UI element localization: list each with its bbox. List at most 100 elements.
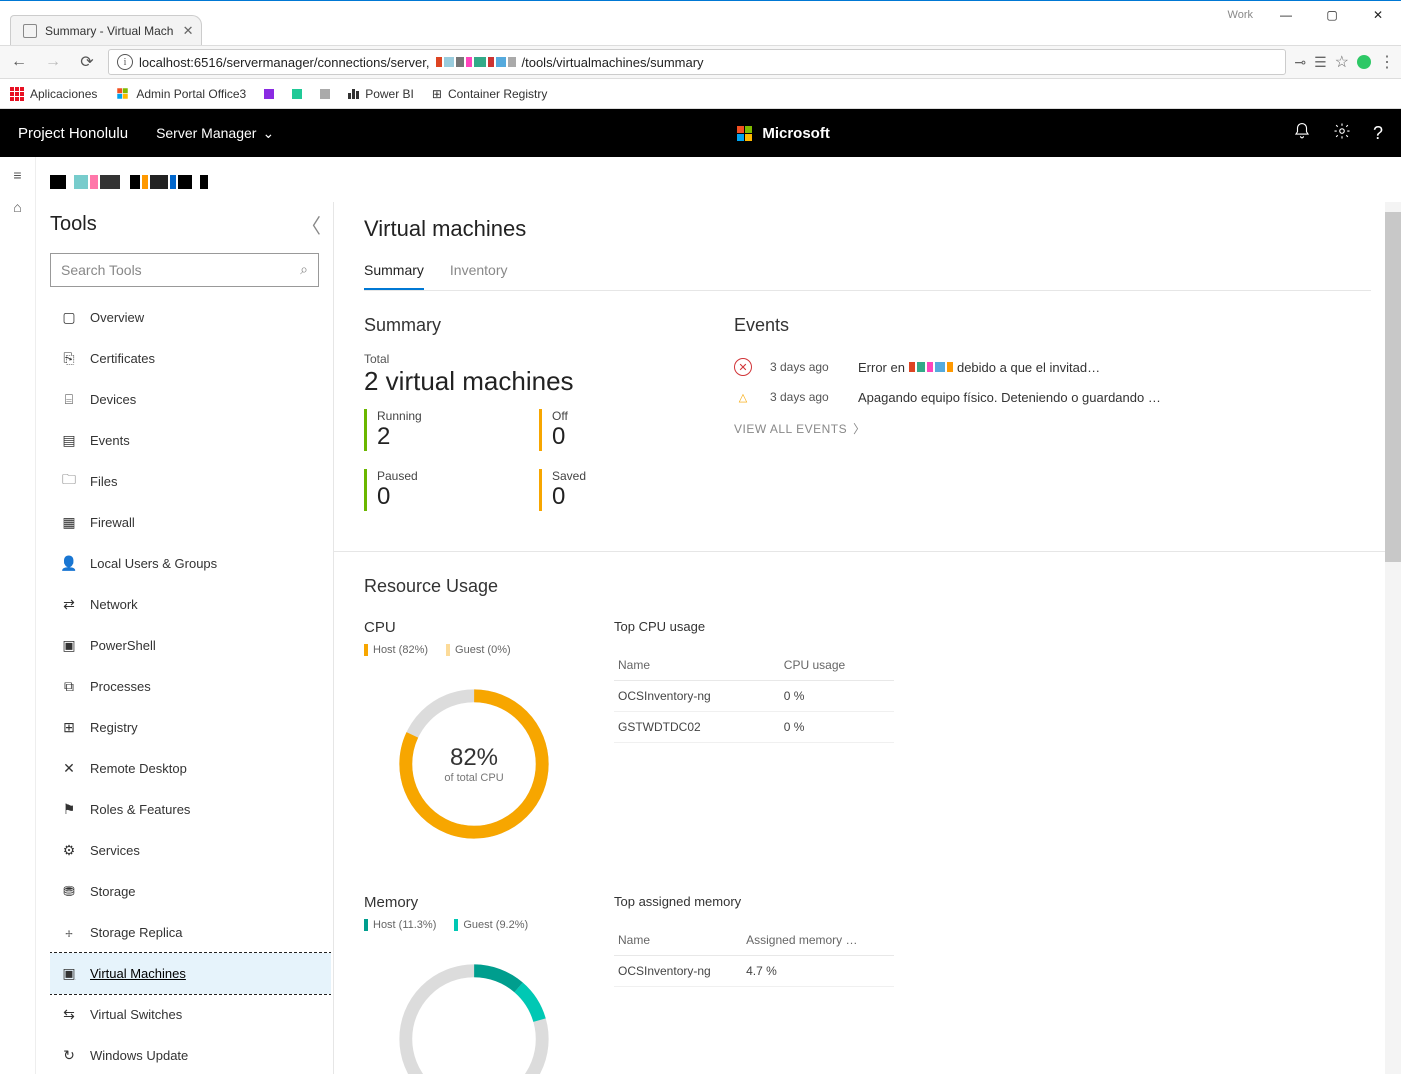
memory-donut-chart	[384, 949, 564, 1074]
powerbi-icon	[348, 89, 359, 99]
browser-menu-icon[interactable]: ⋮	[1379, 52, 1395, 72]
tool-storage[interactable]: ⛃Storage	[50, 871, 331, 912]
forward-button[interactable]: →	[40, 49, 66, 75]
settings-icon[interactable]	[1333, 122, 1351, 145]
bookmark-powerbi[interactable]: Power BI	[348, 87, 414, 101]
tool-virtual-switches[interactable]: ⇆Virtual Switches	[50, 994, 331, 1035]
tool-registry[interactable]: ⊞Registry	[50, 707, 331, 748]
tool-overview[interactable]: ▢Overview	[50, 297, 331, 338]
star-icon[interactable]: ☆	[1335, 52, 1349, 72]
table-row[interactable]: OCSInventory-ng4.7 %	[614, 956, 894, 987]
divider	[334, 551, 1401, 552]
bookmark-registry[interactable]: ⊞ Container Registry	[432, 87, 547, 101]
site-info-icon[interactable]: i	[117, 54, 133, 70]
tab-close-icon[interactable]: ✕	[183, 23, 194, 39]
col-memory[interactable]: Assigned memory …	[742, 925, 894, 956]
tool-roles[interactable]: ⚑Roles & Features	[50, 789, 331, 830]
powershell-icon: ▣	[60, 636, 78, 654]
translate-icon[interactable]: ☰	[1314, 54, 1327, 71]
stat-label: Saved	[552, 469, 694, 483]
search-icon: ⌕	[300, 261, 308, 278]
table-row[interactable]: OCSInventory-ng0 %	[614, 681, 894, 712]
apps-button[interactable]: Aplicaciones	[10, 87, 97, 101]
maximize-button[interactable]: ▢	[1309, 0, 1355, 30]
scrollbar-thumb[interactable]	[1385, 212, 1401, 562]
server-manager-menu[interactable]: Server Manager ⌄	[156, 125, 274, 142]
key-icon[interactable]: ⊸	[1294, 54, 1306, 71]
bookmark-anon2[interactable]	[292, 89, 302, 99]
users-icon: 👤	[60, 554, 78, 572]
microsoft-label: Microsoft	[762, 125, 830, 142]
tool-files[interactable]: 🗀Files	[50, 461, 331, 502]
event-row-warning[interactable]: △ 3 days ago Apagando equipo físico. Det…	[734, 382, 1371, 412]
bookmark-admin[interactable]: Admin Portal Office3	[115, 86, 246, 101]
cell-name: OCSInventory-ng	[614, 681, 780, 712]
view-all-events-link[interactable]: VIEW ALL EVENTS 〉	[734, 420, 1371, 437]
extension-icon[interactable]	[1357, 55, 1371, 69]
cell-value: 0 %	[780, 681, 894, 712]
minimize-button[interactable]: —	[1263, 0, 1309, 30]
overview-icon: ▢	[60, 308, 78, 326]
tool-certificates[interactable]: ⎘Certificates	[50, 338, 331, 379]
tool-firewall[interactable]: ▦Firewall	[50, 502, 331, 543]
legend-label: Guest (0%)	[455, 644, 511, 656]
tool-services[interactable]: ⚙Services	[50, 830, 331, 871]
legend-label: Host (82%)	[373, 644, 428, 656]
apps-icon	[10, 87, 24, 101]
tool-label: Services	[90, 843, 140, 858]
menu-icon[interactable]: ≡	[8, 165, 28, 185]
col-name[interactable]: Name	[614, 650, 780, 681]
reload-button[interactable]: ⟳	[74, 49, 100, 75]
resource-usage-block: Resource Usage CPU Host (82%) Guest (0%)	[364, 576, 1371, 1074]
tab-inventory[interactable]: Inventory	[450, 262, 508, 290]
app-title[interactable]: Project Honolulu	[18, 125, 128, 142]
tab-summary[interactable]: Summary	[364, 262, 424, 290]
close-window-button[interactable]: ✕	[1355, 0, 1401, 30]
browser-tab[interactable]: Summary - Virtual Mach ✕	[10, 15, 202, 45]
home-icon[interactable]: ⌂	[8, 197, 28, 217]
total-value: 2 virtual machines	[364, 366, 694, 397]
stat-saved: Saved 0	[539, 469, 694, 511]
tool-users[interactable]: 👤Local Users & Groups	[50, 543, 331, 584]
tool-network[interactable]: ⇄Network	[50, 584, 331, 625]
tool-processes[interactable]: ⧉Processes	[50, 666, 331, 707]
collapse-panel-icon[interactable]: 〈	[301, 210, 321, 239]
tool-virtual-machines[interactable]: ▣Virtual Machines	[50, 953, 331, 994]
tool-storage-replica[interactable]: ⧾Storage Replica	[50, 912, 331, 953]
events-heading: Events	[734, 315, 1371, 336]
total-label: Total	[364, 352, 694, 366]
bookmark-label: Admin Portal Office3	[136, 87, 246, 101]
col-name[interactable]: Name	[614, 925, 742, 956]
address-bar[interactable]: i localhost:6516/servermanager/connectio…	[108, 49, 1286, 75]
app-header: Project Honolulu Server Manager ⌄ Micros…	[0, 109, 1401, 157]
notifications-icon[interactable]	[1293, 122, 1311, 145]
tool-windows-update[interactable]: ↻Windows Update	[50, 1035, 331, 1074]
bookmark-anon1[interactable]	[264, 89, 274, 99]
tools-list: ▢Overview ⎘Certificates ⌸Devices ▤Events…	[50, 297, 331, 1074]
back-button[interactable]: ←	[6, 49, 32, 75]
table-row[interactable]: GSTWDTDC020 %	[614, 712, 894, 743]
tool-remote-desktop[interactable]: ✕Remote Desktop	[50, 748, 331, 789]
tool-powershell[interactable]: ▣PowerShell	[50, 625, 331, 666]
help-icon[interactable]: ?	[1373, 123, 1383, 144]
col-usage[interactable]: CPU usage	[780, 650, 894, 681]
bookmark-label: Power BI	[365, 87, 414, 101]
devices-icon: ⌸	[60, 390, 78, 408]
chevron-right-icon: 〉	[853, 420, 866, 437]
replica-icon: ⧾	[60, 923, 78, 941]
scrollbar[interactable]	[1385, 202, 1401, 1074]
cpu-row: CPU Host (82%) Guest (0%)	[364, 619, 1371, 854]
tools-search-input[interactable]: Search Tools ⌕	[50, 253, 319, 287]
memory-table-title: Top assigned memory	[614, 894, 894, 909]
tool-events[interactable]: ▤Events	[50, 420, 331, 461]
tool-label: Windows Update	[90, 1048, 188, 1063]
tool-devices[interactable]: ⌸Devices	[50, 379, 331, 420]
event-row-error[interactable]: ✕ 3 days ago Error en debido a que el in…	[734, 352, 1371, 382]
event-time: 3 days ago	[770, 360, 840, 374]
bookmark-label: Container Registry	[448, 87, 547, 101]
tool-label: Firewall	[90, 515, 135, 530]
bookmark-anon3[interactable]	[320, 89, 330, 99]
tool-label: Remote Desktop	[90, 761, 187, 776]
tab-title: Summary - Virtual Mach	[45, 24, 173, 38]
memory-title: Memory	[364, 894, 584, 911]
